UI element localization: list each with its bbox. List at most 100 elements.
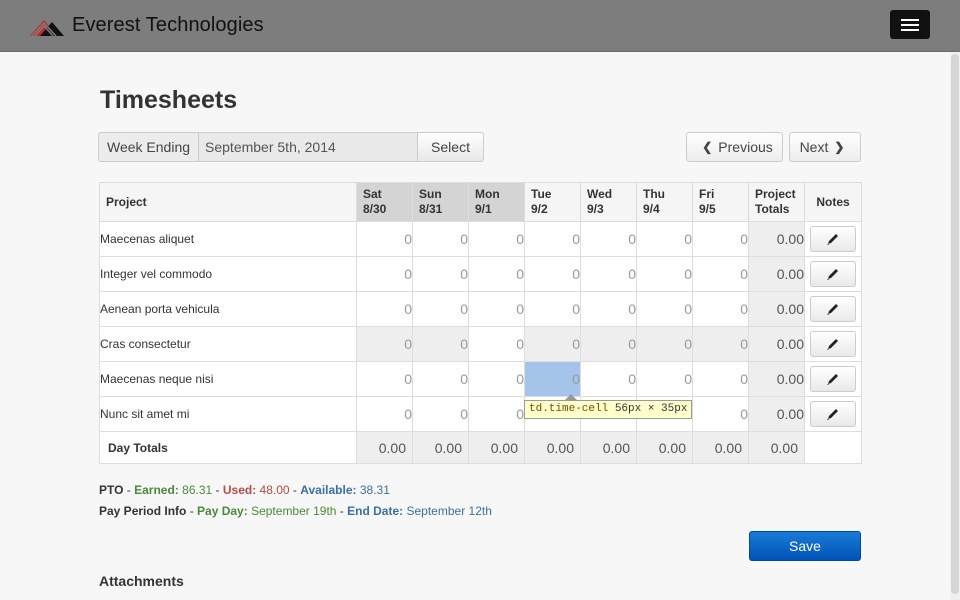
time-cell[interactable]: 0 — [580, 291, 637, 327]
next-label: Next — [799, 139, 829, 155]
hamburger-icon — [901, 29, 919, 31]
pencil-icon — [827, 304, 838, 315]
time-cell[interactable]: 0 — [468, 326, 525, 362]
brand[interactable]: Everest Technologies — [30, 14, 264, 37]
edit-notes-button[interactable] — [810, 296, 856, 322]
chevron-right-icon: ❯ — [834, 140, 845, 154]
day-total: 0.00 — [692, 431, 749, 464]
time-cell[interactable]: 0 — [580, 256, 637, 292]
pencil-icon — [827, 339, 838, 350]
week-ending-input[interactable] — [198, 132, 419, 162]
time-cell[interactable]: 0 — [524, 361, 581, 397]
time-cell[interactable]: 0 — [412, 291, 469, 327]
time-cell[interactable]: 0 — [636, 361, 693, 397]
project-total: 0.00 — [748, 326, 805, 362]
header-day: Thu 9/4 — [636, 182, 693, 222]
header-day: Tue 9/2 — [524, 182, 581, 222]
menu-toggle-button[interactable] — [890, 10, 930, 39]
chevron-left-icon: ❮ — [702, 140, 713, 154]
header-day: Sat 8/30 — [356, 182, 413, 222]
week-ending-label: Week Ending — [98, 132, 199, 162]
project-total: 0.00 — [748, 361, 805, 397]
notes-cell — [804, 326, 862, 362]
pencil-icon — [827, 234, 838, 245]
day-total: 0.00 — [636, 431, 693, 464]
day-totals-row: Day Totals 0.00 0.00 0.00 0.00 0.00 0.00 0.00 0.… — [99, 431, 862, 464]
notes-cell — [804, 291, 862, 327]
time-cell[interactable]: 0 — [468, 291, 525, 327]
time-cell[interactable]: 0 — [524, 256, 581, 292]
edit-notes-button[interactable] — [810, 401, 856, 427]
header-project-totals: Project Totals — [748, 182, 805, 222]
scrollbar-thumb[interactable] — [951, 54, 959, 594]
edit-notes-button[interactable] — [810, 226, 856, 252]
time-cell[interactable]: 0 — [356, 396, 413, 432]
project-total: 0.00 — [748, 291, 805, 327]
time-cell[interactable]: 0 — [692, 361, 749, 397]
time-cell[interactable]: 0 — [468, 221, 525, 257]
project-total: 0.00 — [748, 396, 805, 432]
time-cell[interactable]: 0 — [692, 326, 749, 362]
time-cell[interactable]: 0 — [692, 291, 749, 327]
time-cell[interactable]: 0 — [692, 256, 749, 292]
timesheet-table: Project Sat 8/30 Sun 8/31 Mon 9/1 Tue 9/2 We… — [99, 182, 862, 464]
time-cell[interactable]: 0 — [580, 326, 637, 362]
day-total: 0.00 — [580, 431, 637, 464]
brand-name: Everest Technologies — [72, 14, 264, 36]
time-cell[interactable]: 0 — [524, 291, 581, 327]
time-cell[interactable]: 0 — [524, 326, 581, 362]
table-header-row: Project Sat 8/30 Sun 8/31 Mon 9/1 Tue 9/2 We… — [99, 182, 862, 222]
project-total: 0.00 — [748, 256, 805, 292]
time-cell[interactable]: 0 — [356, 291, 413, 327]
time-cell[interactable]: 0 — [468, 396, 525, 432]
time-cell[interactable]: 0 — [468, 256, 525, 292]
edit-notes-button[interactable] — [810, 366, 856, 392]
hamburger-icon — [901, 19, 919, 21]
time-cell[interactable]: 0 — [636, 291, 693, 327]
save-button[interactable]: Save — [749, 531, 861, 561]
time-cell[interactable]: 0 — [412, 396, 469, 432]
project-name: Integer vel commodo — [99, 256, 357, 292]
edit-notes-button[interactable] — [810, 331, 856, 357]
time-cell[interactable]: 0 — [692, 221, 749, 257]
time-cell[interactable]: 0 — [356, 361, 413, 397]
time-cell[interactable]: 0 — [468, 361, 525, 397]
project-name: Nunc sit amet mi — [99, 396, 357, 432]
time-cell[interactable]: 0 — [636, 256, 693, 292]
time-cell[interactable]: 0 — [692, 396, 749, 432]
day-totals-label: Day Totals — [99, 431, 357, 464]
hamburger-icon — [901, 24, 919, 26]
project-name: Cras consectetur — [99, 326, 357, 362]
previous-week-button[interactable]: ❮ Previous — [686, 132, 783, 162]
pencil-icon — [827, 409, 838, 420]
time-cell[interactable]: 0 — [412, 326, 469, 362]
time-cell[interactable]: 0 — [412, 256, 469, 292]
page-title: Timesheets — [100, 86, 238, 114]
select-week-button[interactable]: Select — [418, 132, 485, 162]
header-project: Project — [99, 182, 357, 222]
header-day: Wed 9/3 — [580, 182, 637, 222]
day-total: 0.00 — [468, 431, 525, 464]
time-cell[interactable]: 0 — [412, 361, 469, 397]
time-cell[interactable]: 0 — [636, 221, 693, 257]
time-cell[interactable]: 0 — [580, 361, 637, 397]
time-cell[interactable]: 0 — [356, 221, 413, 257]
time-cell[interactable]: 0 — [636, 326, 693, 362]
time-cell[interactable]: 0 — [356, 256, 413, 292]
table-row: Maecenas aliquet 0 0 0 0 0 0 0 0.00 — [99, 221, 862, 257]
table-row: Integer vel commodo 0 0 0 0 0 0 0 0.00 — [99, 256, 862, 292]
header-day: Mon 9/1 — [468, 182, 525, 222]
scrollbar[interactable] — [950, 52, 960, 600]
attachments-heading: Attachments — [99, 573, 184, 589]
edit-notes-button[interactable] — [810, 261, 856, 287]
time-cell[interactable]: 0 — [580, 221, 637, 257]
notes-cell — [804, 396, 862, 432]
table-row: Cras consectetur 0 0 0 0 0 0 0 0.00 — [99, 326, 862, 362]
next-week-button[interactable]: Next ❯ — [789, 132, 861, 162]
project-name: Maecenas neque nisi — [99, 361, 357, 397]
previous-label: Previous — [718, 139, 773, 155]
time-cell[interactable]: 0 — [412, 221, 469, 257]
time-cell[interactable]: 0 — [356, 326, 413, 362]
time-cell[interactable]: 0 — [524, 221, 581, 257]
pay-period-info: Pay Period Info - Pay Day: September 19t… — [99, 504, 492, 518]
